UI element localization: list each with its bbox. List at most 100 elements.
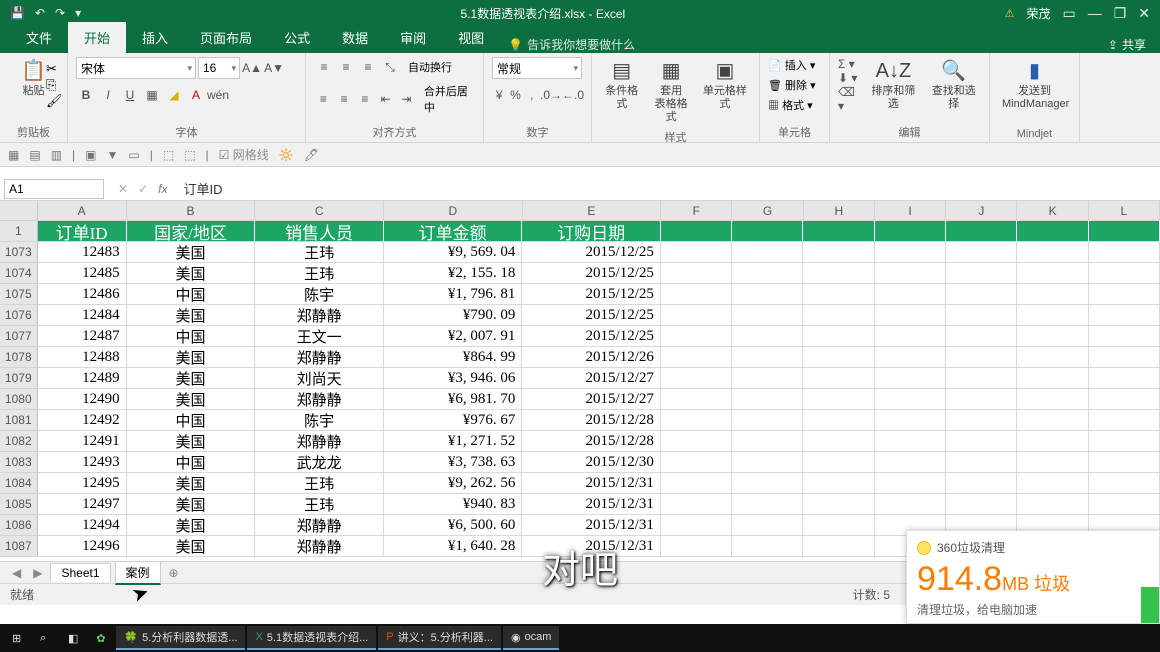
cell[interactable]: ¥9, 569. 04: [384, 242, 523, 263]
sort-filter-button[interactable]: A↓Z排序和筛选: [866, 57, 920, 113]
cell[interactable]: 郑静静: [255, 305, 384, 326]
cell[interactable]: 2015/12/25: [522, 305, 661, 326]
sheet-nav-prev[interactable]: ◀: [8, 566, 25, 580]
sheet-tab[interactable]: 案例: [115, 561, 161, 585]
tab-review[interactable]: 审阅: [384, 22, 442, 53]
cell[interactable]: 2015/12/25: [522, 242, 661, 263]
row-header[interactable]: 1077: [0, 326, 38, 347]
cell[interactable]: 陈宇: [255, 410, 384, 431]
cell[interactable]: 12497: [38, 494, 127, 515]
align-top-icon[interactable]: ≡: [314, 57, 334, 77]
cell[interactable]: 12486: [38, 284, 127, 305]
col-header[interactable]: J: [946, 201, 1017, 220]
qt-icon[interactable]: ▭: [128, 148, 139, 162]
ribbon-options-icon[interactable]: ▭: [1062, 5, 1075, 22]
cell[interactable]: 美国: [127, 368, 256, 389]
wrap-text-button[interactable]: 自动换行: [408, 59, 452, 75]
cell[interactable]: 12483: [38, 242, 127, 263]
col-header[interactable]: G: [732, 201, 803, 220]
cell[interactable]: 2015/12/28: [522, 431, 661, 452]
cell[interactable]: 刘尚天: [255, 368, 384, 389]
orientation-icon[interactable]: ⤡: [380, 57, 400, 77]
cell[interactable]: ¥1, 271. 52: [384, 431, 523, 452]
sheet-nav-next[interactable]: ▶: [29, 566, 46, 580]
tell-me[interactable]: 💡告诉我你想要做什么: [500, 36, 635, 53]
cell[interactable]: 12494: [38, 515, 127, 536]
tab-home[interactable]: 开始: [68, 22, 126, 53]
cell[interactable]: 2015/12/27: [522, 389, 661, 410]
filter-icon[interactable]: ▼: [107, 148, 119, 162]
phonetic-icon[interactable]: wén: [208, 85, 228, 105]
cell[interactable]: 王文一: [255, 326, 384, 347]
qt-icon[interactable]: 🖊: [304, 148, 319, 162]
indent-dec-icon[interactable]: ⇤: [376, 89, 395, 109]
borders-icon[interactable]: ▦: [142, 85, 162, 105]
share-button[interactable]: ⇪共享: [1108, 36, 1160, 53]
cell[interactable]: 12487: [38, 326, 127, 347]
row-header[interactable]: 1085: [0, 494, 38, 515]
close-icon[interactable]: ✕: [1138, 5, 1150, 22]
row-header[interactable]: 1076: [0, 305, 38, 326]
cell[interactable]: 美国: [127, 389, 256, 410]
col-header[interactable]: A: [38, 201, 127, 220]
currency-icon[interactable]: ¥: [492, 85, 506, 105]
cut-icon[interactable]: ✂: [46, 61, 63, 77]
format-painter-icon[interactable]: 🖌: [46, 93, 63, 109]
comma-icon[interactable]: ,: [525, 85, 539, 105]
shrink-font-icon[interactable]: A▼: [264, 58, 284, 78]
qt-icon[interactable]: ⬚: [163, 148, 174, 162]
row-header[interactable]: 1083: [0, 452, 38, 473]
font-size[interactable]: 16: [198, 57, 240, 79]
row-header[interactable]: 1075: [0, 284, 38, 305]
app-360-icon[interactable]: ✿: [88, 626, 114, 650]
cell[interactable]: 中国: [127, 410, 256, 431]
col-header[interactable]: I: [875, 201, 946, 220]
row-header[interactable]: 1086: [0, 515, 38, 536]
align-middle-icon[interactable]: ≡: [336, 57, 356, 77]
col-header[interactable]: H: [804, 201, 875, 220]
popup-clean-button[interactable]: [1141, 587, 1159, 623]
gridlines-toggle[interactable]: ☑ 网格线: [219, 146, 269, 163]
insert-cells-button[interactable]: 📄 插入 ▾: [768, 57, 821, 73]
cell[interactable]: 王玮: [255, 242, 384, 263]
cell[interactable]: 2015/12/31: [522, 536, 661, 557]
header-cell[interactable]: 国家/地区: [127, 221, 256, 242]
spreadsheet-grid[interactable]: A B C D E F G H I J K L 1 订单ID 国家/地区 销售人…: [0, 201, 1160, 561]
row-header[interactable]: 1081: [0, 410, 38, 431]
cell[interactable]: 12489: [38, 368, 127, 389]
col-header[interactable]: E: [523, 201, 662, 220]
cell[interactable]: ¥976. 67: [384, 410, 523, 431]
copy-icon[interactable]: ⎘: [46, 77, 63, 93]
enter-icon[interactable]: ✓: [138, 182, 148, 196]
taskbar-app[interactable]: P 讲义：5.分析利器...: [378, 626, 501, 650]
row-header[interactable]: 1087: [0, 536, 38, 557]
cell[interactable]: 郑静静: [255, 431, 384, 452]
tab-insert[interactable]: 插入: [126, 22, 184, 53]
cell[interactable]: 美国: [127, 305, 256, 326]
cell[interactable]: 2015/12/31: [522, 494, 661, 515]
cell[interactable]: 12491: [38, 431, 127, 452]
tab-layout[interactable]: 页面布局: [184, 22, 268, 53]
row-header[interactable]: 1082: [0, 431, 38, 452]
percent-icon[interactable]: %: [508, 85, 522, 105]
select-all[interactable]: [0, 201, 38, 220]
cell[interactable]: 郑静静: [255, 347, 384, 368]
name-box[interactable]: A1: [4, 179, 104, 199]
tab-file[interactable]: 文件: [10, 22, 68, 53]
row-header[interactable]: 1074: [0, 263, 38, 284]
fill-icon[interactable]: ⬇ ▾: [838, 71, 860, 85]
header-cell[interactable]: 订单金额: [384, 221, 523, 242]
format-cells-button[interactable]: ▦ 格式 ▾: [768, 97, 821, 113]
cell[interactable]: ¥6, 981. 70: [384, 389, 523, 410]
header-cell[interactable]: 销售人员: [255, 221, 384, 242]
qt-icon[interactable]: ⬚: [184, 148, 195, 162]
fill-color-icon[interactable]: ◢: [164, 85, 184, 105]
col-header[interactable]: C: [255, 201, 384, 220]
number-format[interactable]: 常规: [492, 57, 582, 79]
cell[interactable]: 陈宇: [255, 284, 384, 305]
header-cell[interactable]: 订单ID: [38, 221, 127, 242]
delete-cells-button[interactable]: 🗑 删除 ▾: [768, 77, 821, 93]
cell[interactable]: 郑静静: [255, 536, 384, 557]
cell[interactable]: ¥940. 83: [384, 494, 523, 515]
col-header[interactable]: B: [127, 201, 256, 220]
